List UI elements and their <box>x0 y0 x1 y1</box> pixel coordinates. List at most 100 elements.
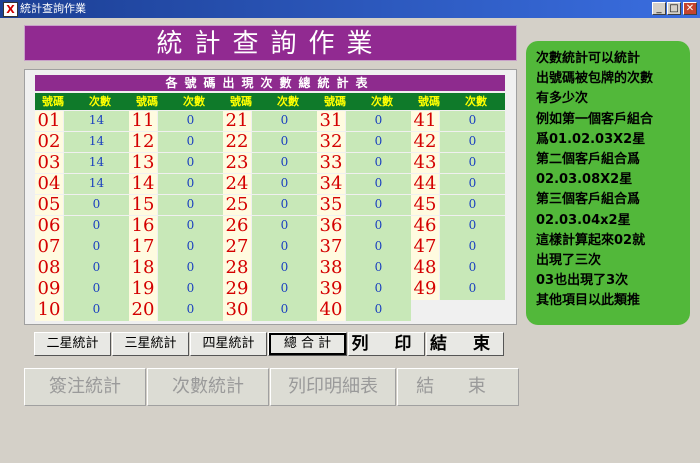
info-line: 例如第一個客戶組合 <box>536 111 654 127</box>
info-line: 第二個客戶組合爲 <box>536 152 641 168</box>
count-cell: 0 <box>440 215 505 237</box>
count-cell: 14 <box>64 131 129 153</box>
end-button[interactable]: 結 束 <box>397 368 519 406</box>
print-detail-button[interactable]: 列印明細表 <box>270 368 396 406</box>
table-row: 08 0 <box>35 258 129 279</box>
table-row: 35 0 <box>317 195 411 216</box>
table-row: 13 0 <box>129 152 223 174</box>
bet-stats-button[interactable]: 簽注統計 <box>24 368 146 406</box>
stats-column: 號碼 次數 21 0 22 0 23 0 24 0 25 0 26 0 27 0 28 0 29 0 30 0 <box>223 93 317 321</box>
info-line: 03也出現了3次 <box>536 273 629 289</box>
stats-grid: 號碼 次數 01 14 02 14 03 14 04 14 05 0 06 0 07 0 08 0 09 0 10 0 號碼… <box>35 93 505 321</box>
three-star-stats-button[interactable]: 三星統計 <box>112 332 189 356</box>
number-cell: 34 <box>317 173 345 195</box>
table-row: 30 0 <box>223 300 317 321</box>
number-cell: 37 <box>317 237 345 258</box>
close-button[interactable]: ✕ <box>683 2 697 15</box>
count-cell: 0 <box>346 110 411 132</box>
table-row: 32 0 <box>317 131 411 153</box>
info-line: 這樣計算起來02就 <box>536 232 646 248</box>
number-cell: 22 <box>223 131 251 153</box>
header-count: 次數 <box>183 95 205 108</box>
number-cell: 21 <box>223 110 251 132</box>
count-cell: 0 <box>64 237 129 258</box>
header-count: 次數 <box>465 95 487 108</box>
table-row: 16 0 <box>129 216 223 237</box>
count-cell: 0 <box>346 279 411 300</box>
count-cell: 0 <box>252 173 317 195</box>
table-row: 17 0 <box>129 237 223 258</box>
minimize-button[interactable]: _ <box>652 2 666 15</box>
count-cell: 0 <box>252 215 317 237</box>
table-row: 14 0 <box>129 173 223 195</box>
table-row: 39 0 <box>317 279 411 300</box>
header-number: 號碼 <box>42 95 64 108</box>
number-cell: 24 <box>223 173 251 195</box>
count-cell: 0 <box>158 215 223 237</box>
count-cell: 0 <box>158 300 223 321</box>
number-cell: 12 <box>129 131 157 153</box>
count-cell: 0 <box>158 258 223 279</box>
table-row: 06 0 <box>35 216 129 237</box>
number-cell: 01 <box>35 110 63 132</box>
count-cell: 0 <box>346 194 411 216</box>
number-cell: 27 <box>223 237 251 258</box>
number-cell: 29 <box>223 279 251 300</box>
page-banner: 統計查詢作業 <box>24 25 517 61</box>
table-row: 10 0 <box>35 300 129 321</box>
table-row: 29 0 <box>223 279 317 300</box>
number-cell: 25 <box>223 195 251 216</box>
number-cell: 09 <box>35 279 63 300</box>
table-row: 07 0 <box>35 237 129 258</box>
count-cell: 0 <box>346 152 411 174</box>
table-row: 46 0 <box>411 216 505 237</box>
table-row: 44 0 <box>411 173 505 195</box>
header-count: 次數 <box>277 95 299 108</box>
table-row: 22 0 <box>223 131 317 153</box>
count-cell: 0 <box>158 173 223 195</box>
table-row: 48 0 <box>411 258 505 279</box>
number-cell: 28 <box>223 258 251 279</box>
maximize-button[interactable]: □ <box>667 2 681 15</box>
header-count: 次數 <box>371 95 393 108</box>
table-row: 42 0 <box>411 131 505 153</box>
number-cell: 10 <box>35 300 63 321</box>
number-cell: 33 <box>317 152 345 174</box>
count-stats-button[interactable]: 次數統計 <box>147 368 269 406</box>
table-row: 02 14 <box>35 131 129 153</box>
two-star-stats-button[interactable]: 二星統計 <box>34 332 111 356</box>
number-cell: 48 <box>411 258 439 279</box>
info-line: 爲01.02.03X2星 <box>536 131 646 147</box>
column-header: 號碼 次數 <box>317 93 411 110</box>
window-titlebar[interactable]: X 統計查詢作業 _ □ ✕ <box>0 0 700 18</box>
four-star-stats-button[interactable]: 四星統計 <box>190 332 267 356</box>
count-cell: 0 <box>440 110 505 132</box>
number-cell: 02 <box>35 131 63 153</box>
app-icon: X <box>3 2 18 17</box>
number-cell: 16 <box>129 216 157 237</box>
number-cell: 13 <box>129 152 157 174</box>
table-row: 33 0 <box>317 152 411 174</box>
finish-button[interactable]: 結 束 <box>426 332 504 356</box>
window-title: 統計查詢作業 <box>20 2 86 15</box>
header-count: 次數 <box>89 95 111 108</box>
combined-total-button[interactable]: 總 合 計 <box>268 332 347 356</box>
count-cell: 0 <box>158 194 223 216</box>
count-cell: 0 <box>252 300 317 321</box>
header-number: 號碼 <box>418 95 440 108</box>
info-line: 出號碼被包牌的次數 <box>536 71 654 87</box>
count-cell: 0 <box>252 237 317 258</box>
number-cell: 44 <box>411 173 439 195</box>
number-cell: 46 <box>411 216 439 237</box>
table-row: 49 0 <box>411 279 505 300</box>
info-line: 02.03.04x2星 <box>536 212 631 228</box>
number-cell: 43 <box>411 152 439 174</box>
table-row: 24 0 <box>223 173 317 195</box>
count-cell: 0 <box>440 152 505 174</box>
count-cell: 0 <box>252 152 317 174</box>
table-row: 28 0 <box>223 258 317 279</box>
number-cell: 32 <box>317 131 345 153</box>
print-button[interactable]: 列 印 <box>348 332 425 356</box>
count-cell: 0 <box>346 215 411 237</box>
table-row: 37 0 <box>317 237 411 258</box>
